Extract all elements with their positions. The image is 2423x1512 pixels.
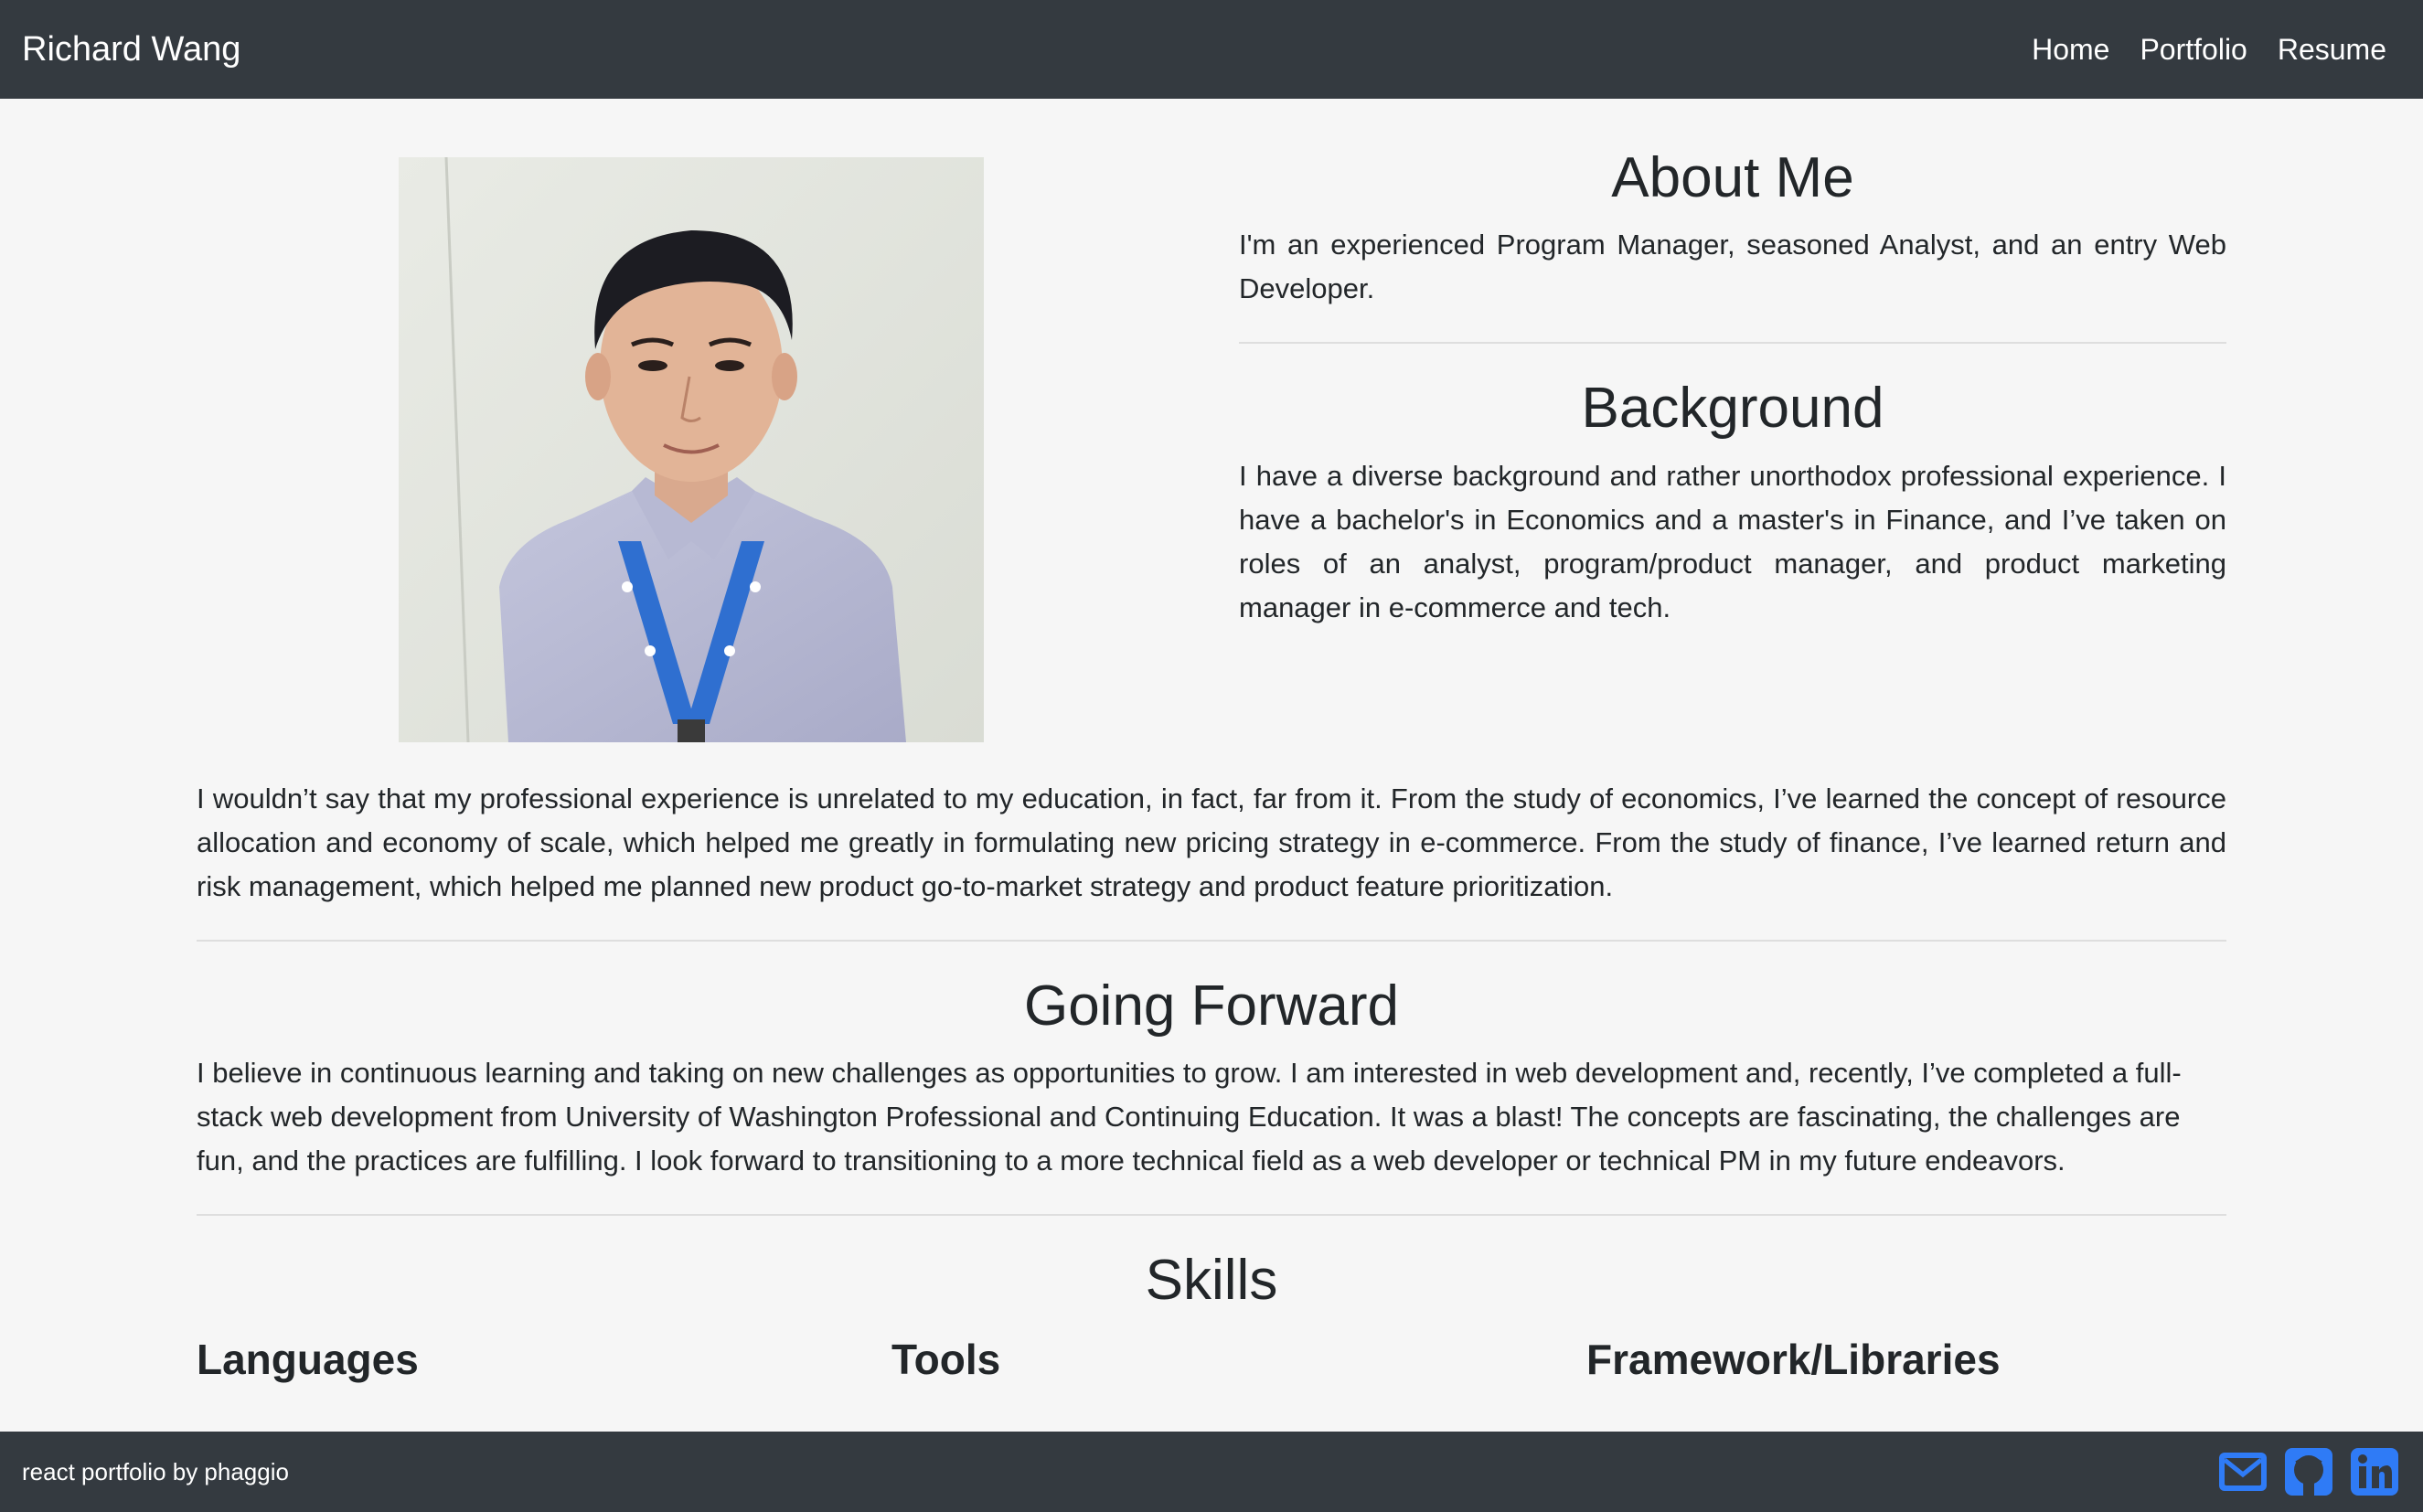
main-content: About Me I'm an experienced Program Mana… [197, 99, 2226, 1383]
forward-divider [197, 1214, 2226, 1217]
background-text: I have a diverse background and rather u… [1239, 459, 2226, 623]
brand-link[interactable]: Richard Wang [22, 30, 240, 69]
skills-languages-heading: Languages [197, 1336, 419, 1384]
footer: react portfolio by phaggio [0, 1432, 2423, 1512]
skills-frameworks-heading: Framework/Libraries [1586, 1336, 2001, 1384]
nav-link-home[interactable]: Home [2032, 33, 2109, 67]
footer-text: react portfolio by phaggio [22, 1457, 289, 1485]
background-section: Background I have a diverse background a… [1239, 375, 2226, 629]
background-divider [197, 940, 2226, 942]
background-title: Background [1581, 377, 1884, 441]
background-continued-text: I wouldn’t say that my professional expe… [197, 783, 2226, 902]
navbar: Richard Wang Home Portfolio Resume [0, 0, 2423, 99]
profile-photo [399, 157, 984, 742]
about-divider [1239, 342, 2226, 345]
email-icon[interactable] [2216, 1445, 2269, 1498]
linkedin-icon[interactable] [2348, 1445, 2401, 1498]
about-text: I'm an experienced Program Manager, seas… [1239, 229, 2226, 305]
about-title: About Me [1611, 146, 1854, 209]
background-continued-section: I wouldn’t say that my professional expe… [197, 777, 2226, 942]
about-section: About Me I'm an experienced Program Mana… [1239, 144, 2226, 345]
profile-photo-illustration [399, 157, 984, 742]
forward-title: Going Forward [1023, 974, 1400, 1038]
skills-title: Skills [1145, 1249, 1278, 1313]
nav-link-resume[interactable]: Resume [2278, 33, 2386, 67]
social-links [2216, 1445, 2401, 1498]
nav-link-portfolio[interactable]: Portfolio [2140, 33, 2247, 67]
forward-section: Going Forward I believe in continuous le… [197, 973, 2226, 1217]
intro-text-column: About Me I'm an experienced Program Mana… [1239, 144, 2226, 630]
forward-text: I believe in continuous learning and tak… [197, 1057, 2182, 1177]
skills-tools-heading: Tools [891, 1336, 1001, 1384]
github-icon[interactable] [2282, 1445, 2335, 1498]
skills-section: Skills Languages Tools Framework/Librari… [197, 1247, 2226, 1383]
nav-links: Home Portfolio Resume [2032, 33, 2386, 67]
intro-row: About Me I'm an experienced Program Mana… [197, 99, 2226, 777]
